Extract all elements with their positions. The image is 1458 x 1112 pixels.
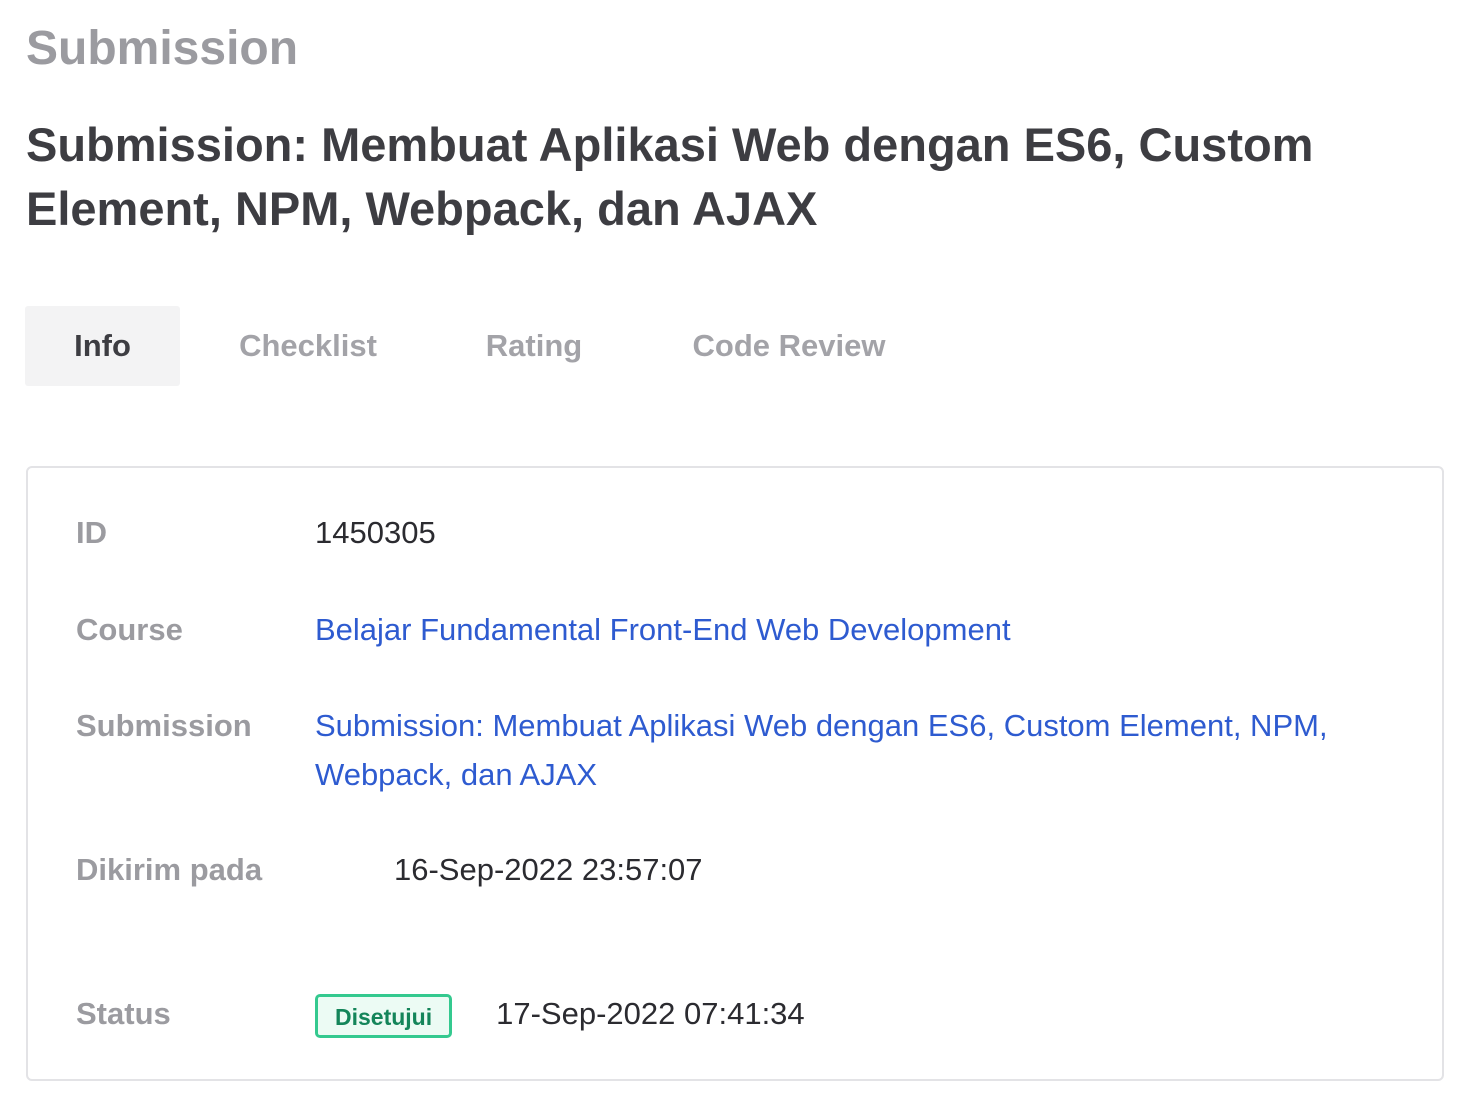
submission-link[interactable]: Submission: Membuat Aplikasi Web dengan … (315, 708, 1328, 792)
status-date: 17-Sep-2022 07:41:34 (496, 996, 805, 1031)
tab-bar: Info Checklist Rating Code Review (25, 306, 946, 386)
course-link[interactable]: Belajar Fundamental Front-End Web Develo… (315, 612, 1011, 647)
status-label: Status (76, 996, 171, 1031)
status-value-container: Disetujui 17-Sep-2022 07:41:34 (315, 989, 1416, 1038)
submission-value-container: Submission: Membuat Aplikasi Web dengan … (315, 701, 1416, 799)
sent-label: Dikirim pada (76, 852, 263, 887)
course-label: Course (76, 612, 183, 647)
tab-info[interactable]: Info (25, 306, 180, 386)
info-row-id: ID 1450305 (76, 508, 1416, 557)
id-label: ID (76, 515, 107, 550)
info-row-submission: Submission Submission: Membuat Aplikasi … (76, 701, 1416, 799)
status-badge: Disetujui (315, 993, 453, 1038)
tab-rating[interactable]: Rating (436, 306, 632, 386)
tab-checklist[interactable]: Checklist (180, 306, 436, 386)
info-row-course: Course Belajar Fundamental Front-End Web… (76, 605, 1416, 654)
submission-info-card: ID 1450305 Course Belajar Fundamental Fr… (26, 466, 1444, 1081)
tab-code-review[interactable]: Code Review (632, 306, 946, 386)
info-row-sent: Dikirim pada 16-Sep-2022 23:57:07 (76, 845, 1416, 894)
id-value: 1450305 (315, 515, 436, 550)
page-heading: Submission (26, 22, 299, 75)
sent-value: 16-Sep-2022 23:57:07 (394, 852, 703, 887)
info-row-status: Status Disetujui 17-Sep-2022 07:41:34 (76, 989, 1416, 1038)
submission-title: Submission: Membuat Aplikasi Web dengan … (26, 118, 1314, 235)
submission-label: Submission (76, 708, 252, 743)
course-value-container: Belajar Fundamental Front-End Web Develo… (315, 605, 1416, 654)
